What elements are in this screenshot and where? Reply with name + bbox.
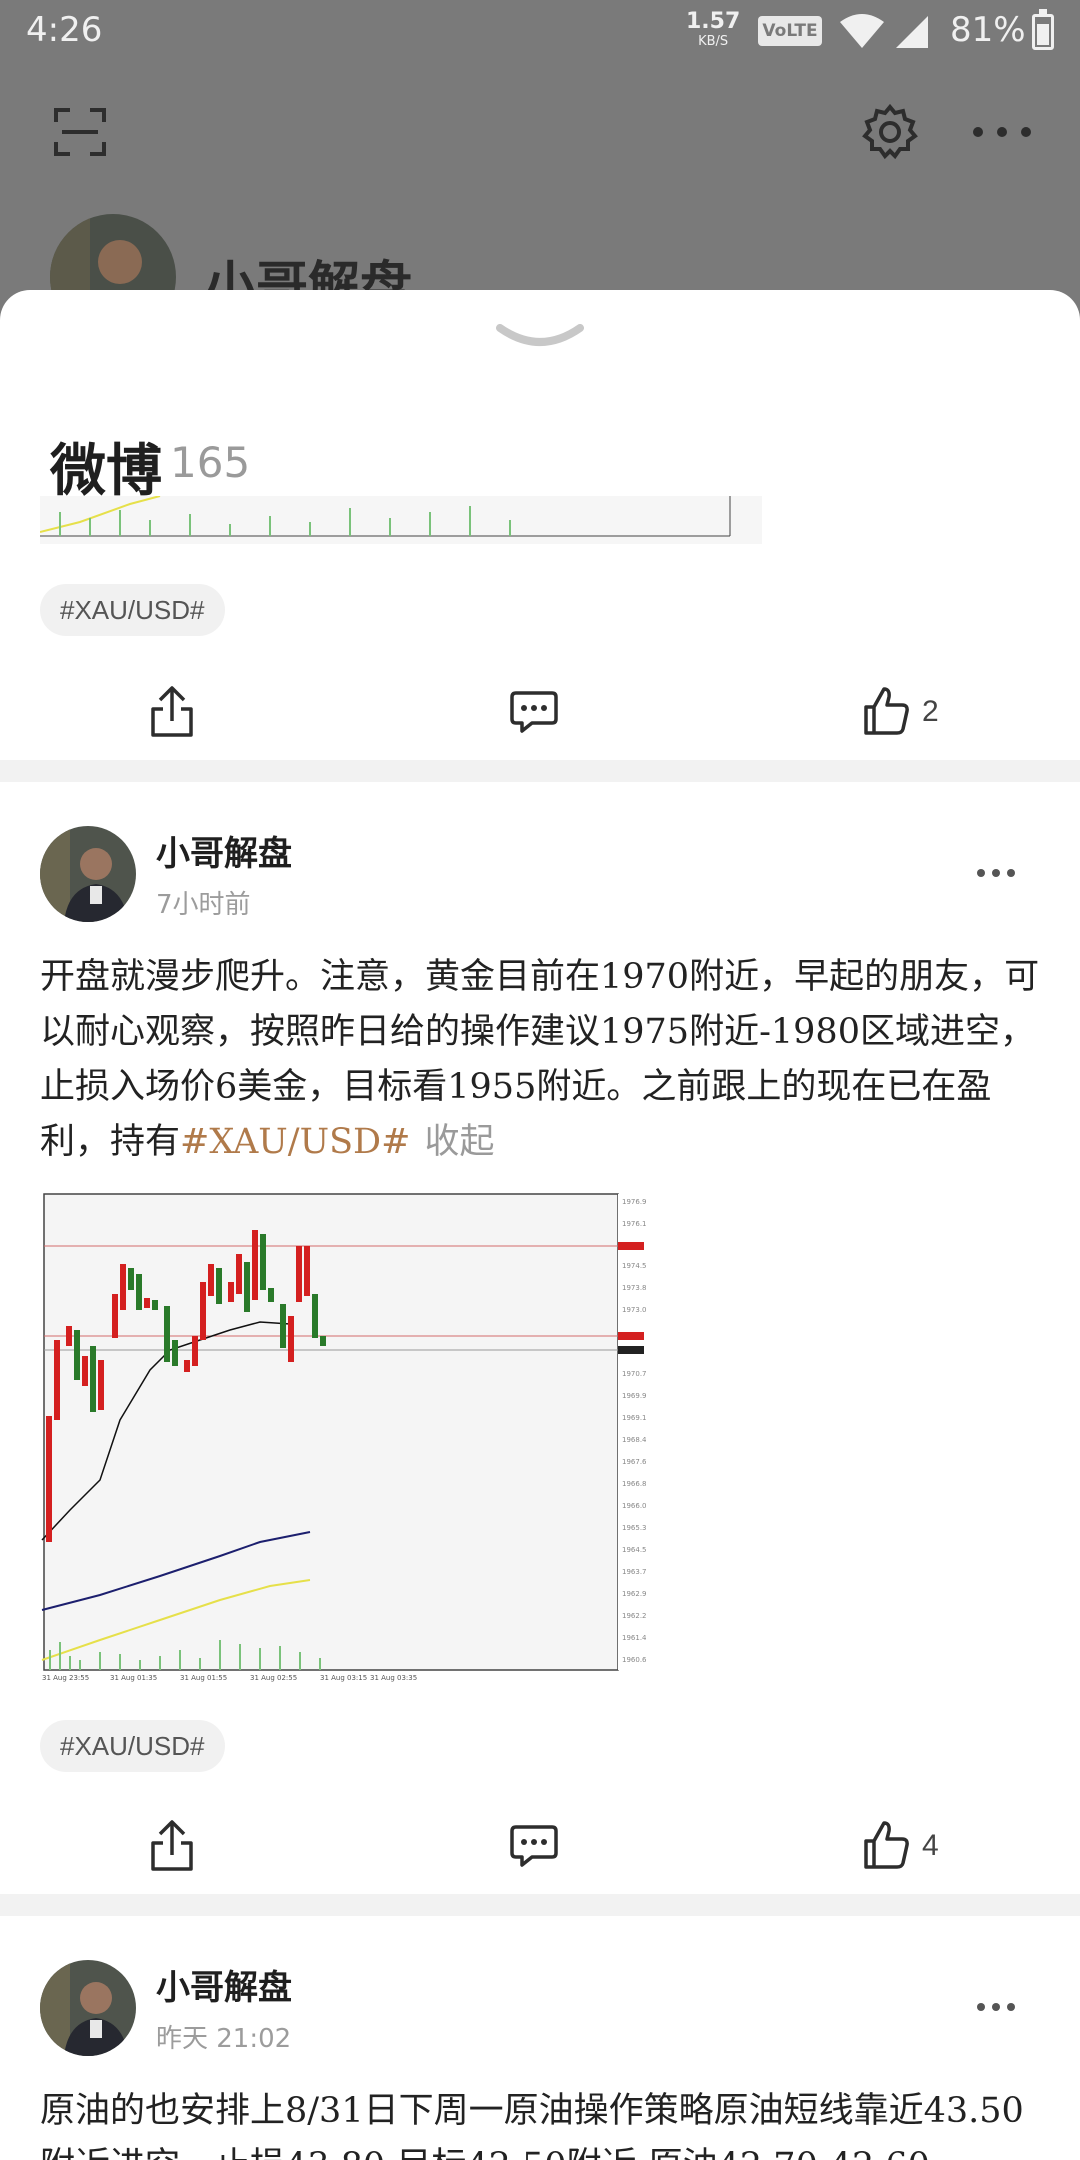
comment-button[interactable]: [510, 684, 558, 740]
post-time: 7小时前: [156, 890, 251, 920]
post-body: 开盘就漫步爬升。注意，黄金目前在1970附近，早起的朋友，可以耐心观察，按照昨日…: [40, 950, 1040, 1170]
svg-text:1973.820: 1973.820: [622, 1284, 646, 1292]
svg-text:1965.310: 1965.310: [622, 1524, 646, 1532]
svg-text:1973.050: 1973.050: [622, 1306, 646, 1314]
battery-icon: [1032, 9, 1054, 50]
share-icon: [151, 1820, 193, 1871]
svg-text:31 Aug 23:55: 31 Aug 23:55: [42, 1674, 89, 1682]
more-icon[interactable]: [976, 2000, 1016, 2014]
collapse-link[interactable]: 收起: [424, 1122, 494, 1162]
svg-text:1970.730: 1970.730: [622, 1370, 646, 1378]
weibo-count: 165: [170, 438, 251, 487]
more-icon[interactable]: [976, 866, 1016, 880]
chart-image[interactable]: [40, 496, 762, 544]
svg-text:1968.410: 1968.410: [622, 1436, 646, 1444]
svg-text:1976.150: 1976.150: [622, 1220, 646, 1228]
collapse-handle-icon[interactable]: [492, 320, 588, 360]
thumbs-up-icon: [864, 687, 909, 735]
svg-text:1969.170: 1969.170: [622, 1414, 646, 1422]
svg-text:31 Aug 01:35: 31 Aug 01:35: [110, 1674, 157, 1682]
svg-text:31 Aug 03:15: 31 Aug 03:15: [320, 1674, 367, 1682]
post-text: 原油的也安排上8/31日下周一原油操作策略原油短线靠近43.50附近进空，止损4…: [40, 2091, 1024, 2160]
svg-text:31 Aug 03:35: 31 Aug 03:35: [370, 1674, 417, 1682]
network-speed-value: 1.57: [686, 9, 741, 34]
share-icon: [151, 686, 193, 737]
svg-text:1976.910: 1976.910: [622, 1198, 646, 1206]
wifi-icon: [840, 14, 884, 48]
network-speed: 1.57 KB/S: [686, 9, 741, 52]
volte-badge: VoLTE: [758, 16, 822, 46]
svg-text:1961.430: 1961.430: [622, 1634, 646, 1642]
svg-text:31 Aug 02:55: 31 Aug 02:55: [250, 1674, 297, 1682]
like-button[interactable]: 2: [862, 684, 939, 740]
svg-text:1964.530: 1964.530: [622, 1546, 646, 1554]
share-button[interactable]: [148, 684, 196, 740]
svg-text:31 Aug 01:55: 31 Aug 01:55: [180, 1674, 227, 1682]
comment-button[interactable]: [510, 1818, 558, 1874]
status-time: 4:26: [26, 10, 103, 50]
like-count: 2: [922, 695, 939, 728]
gear-icon[interactable]: [862, 104, 918, 160]
more-icon[interactable]: [970, 118, 1034, 146]
topic-tag[interactable]: #XAU/USD#: [40, 1720, 225, 1772]
post-author[interactable]: 小哥解盘: [156, 1960, 292, 2009]
like-button[interactable]: 4: [862, 1818, 939, 1874]
share-button[interactable]: [148, 1818, 196, 1874]
svg-text:1967.630: 1967.630: [622, 1458, 646, 1466]
like-count: 4: [922, 1829, 939, 1862]
comment-icon: [510, 1825, 558, 1867]
svg-text:1962.990: 1962.990: [622, 1590, 646, 1598]
post-body: 原油的也安排上8/31日下周一原油操作策略原油短线靠近43.50附近进空，止损4…: [40, 2084, 1040, 2160]
post-author[interactable]: 小哥解盘: [156, 826, 292, 875]
status-bar: 4:26 1.57 KB/S VoLTE 81%: [0, 0, 1080, 64]
network-speed-unit: KB/S: [698, 34, 729, 49]
post-divider: [0, 760, 1080, 782]
sheet-title: 微博: [50, 439, 162, 504]
topic-tag[interactable]: #XAU/USD#: [40, 584, 225, 636]
hashtag-link[interactable]: #XAU/USD#: [180, 1122, 410, 1162]
scan-icon[interactable]: [52, 104, 108, 160]
svg-text:1962.210: 1962.210: [622, 1612, 646, 1620]
weibo-sheet: 微博 165 #XAU/USD# 2 小哥解盘 7小时前 开盘就漫步爬升。注意，…: [0, 290, 1080, 2160]
signal-icon: [896, 16, 928, 48]
svg-text:1966.850: 1966.850: [622, 1480, 646, 1488]
post-time: 昨天 21:02: [156, 2024, 292, 2054]
post-divider: [0, 1894, 1080, 1916]
svg-text:1960.670: 1960.670: [622, 1656, 646, 1664]
avatar[interactable]: [40, 1960, 136, 2056]
battery-percent: 81%: [950, 10, 1026, 50]
svg-text:1974.590: 1974.590: [622, 1262, 646, 1270]
svg-text:1966.090: 1966.090: [622, 1502, 646, 1510]
svg-text:1963.750: 1963.750: [622, 1568, 646, 1576]
thumbs-up-icon: [864, 1821, 909, 1869]
post-actions: 2: [0, 674, 1080, 754]
avatar[interactable]: [40, 826, 136, 922]
svg-text:1969.950: 1969.950: [622, 1392, 646, 1400]
post-actions: 4: [0, 1808, 1080, 1888]
comment-icon: [510, 691, 558, 733]
chart-image[interactable]: 1976.910 1976.150 1974.590 1973.820 1973.05…: [40, 1190, 646, 1684]
